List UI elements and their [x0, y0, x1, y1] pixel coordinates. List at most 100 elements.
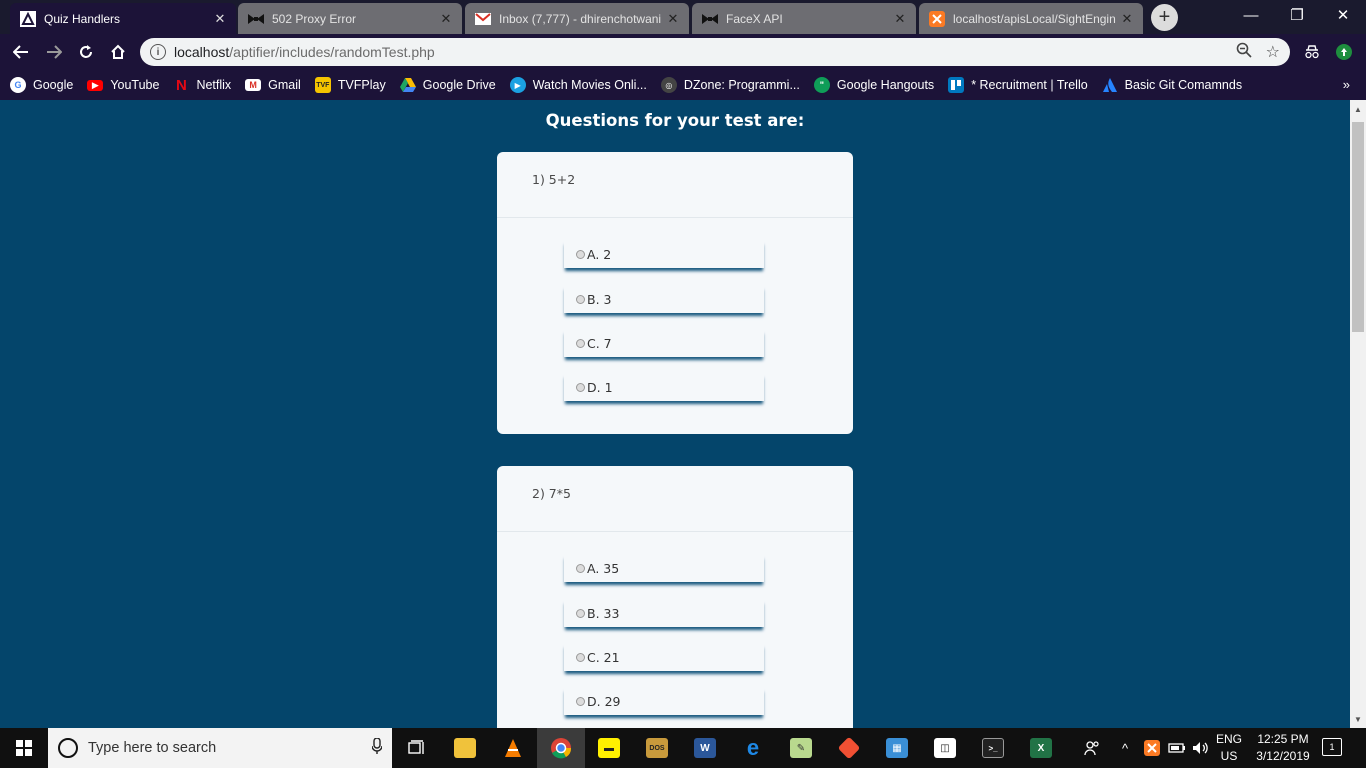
- answer-option[interactable]: C. 21: [564, 643, 764, 671]
- update-extension-icon[interactable]: [1334, 42, 1354, 62]
- clock-date: 3/12/2019: [1256, 749, 1310, 763]
- bookmark-basic-git-commands[interactable]: Basic Git Comamnds: [1102, 77, 1242, 93]
- tab-502-proxy-error[interactable]: 502 Proxy Error ✕: [238, 3, 462, 34]
- page-title: Questions for your test are:: [545, 111, 805, 130]
- bookmark-tvfplay[interactable]: TVF TVFPlay: [314, 77, 386, 93]
- scroll-down-arrow-icon[interactable]: ▼: [1350, 712, 1366, 726]
- close-tab-icon[interactable]: ✕: [438, 11, 454, 27]
- vlc-icon[interactable]: [489, 728, 537, 768]
- restore-button[interactable]: ❐: [1274, 0, 1320, 30]
- answer-option[interactable]: A. 35: [564, 554, 764, 582]
- volume-icon[interactable]: [1192, 728, 1210, 768]
- chrome-icon[interactable]: [537, 728, 585, 768]
- answer-option[interactable]: C. 7: [564, 329, 764, 357]
- close-tab-icon[interactable]: ✕: [212, 11, 228, 27]
- forward-button[interactable]: [41, 39, 67, 65]
- scroll-up-arrow-icon[interactable]: ▲: [1350, 102, 1366, 116]
- radio-button[interactable]: [576, 563, 585, 573]
- answer-label: B. 33: [587, 605, 620, 621]
- input-language-indicator[interactable]: ENG US: [1216, 731, 1242, 765]
- edge-icon[interactable]: e: [729, 728, 777, 768]
- atlassian-icon: [1102, 77, 1118, 93]
- answer-label: C. 7: [587, 335, 612, 351]
- radio-button[interactable]: [576, 652, 585, 662]
- bookmark-watch-movies[interactable]: ▶ Watch Movies Onli...: [509, 77, 647, 93]
- bookmark-youtube[interactable]: ▶ YouTube: [87, 78, 159, 92]
- bookmark-netflix[interactable]: N Netflix: [173, 77, 231, 94]
- page-scrollbar[interactable]: ▲ ▼: [1350, 100, 1366, 728]
- dosbox-icon[interactable]: DOS: [633, 728, 681, 768]
- reload-button[interactable]: [73, 39, 99, 65]
- radio-button[interactable]: [576, 338, 585, 348]
- zoom-icon[interactable]: [1236, 42, 1252, 63]
- microphone-icon[interactable]: [362, 737, 392, 758]
- bookmark-gmail[interactable]: M Gmail: [245, 78, 301, 92]
- cortana-icon[interactable]: [58, 738, 78, 758]
- answer-label: B. 3: [587, 291, 612, 307]
- radio-button[interactable]: [576, 696, 585, 706]
- notepad-plus-icon[interactable]: ✎: [777, 728, 825, 768]
- answer-option[interactable]: D. 29: [564, 687, 764, 715]
- battery-icon[interactable]: [1168, 728, 1186, 768]
- bookmark-star-icon[interactable]: ☆: [1266, 42, 1280, 63]
- answer-option[interactable]: B. 33: [564, 599, 764, 627]
- search-placeholder: Type here to search: [88, 740, 217, 756]
- bookmark-dzone[interactable]: ◎ DZone: Programmi...: [660, 77, 800, 93]
- radio-button[interactable]: [576, 294, 585, 304]
- hangouts-icon: ": [813, 77, 830, 93]
- radio-button[interactable]: [576, 608, 585, 618]
- bookmark-google-hangouts[interactable]: " Google Hangouts: [813, 77, 935, 93]
- tab-facex-api[interactable]: FaceX API ✕: [692, 3, 916, 34]
- address-bar[interactable]: i localhost/aptifier/includes/randomTest…: [140, 38, 1290, 66]
- close-window-button[interactable]: ✕: [1320, 0, 1366, 30]
- show-hidden-icons-chevron-icon[interactable]: ^: [1122, 728, 1128, 768]
- answer-option[interactable]: A. 2: [564, 240, 764, 268]
- start-button[interactable]: [0, 728, 48, 768]
- windows-taskbar: Type here to search ▬ DOS W e ✎ ▦ ◫ >_ X…: [0, 728, 1366, 768]
- bookmark-label: DZone: Programmi...: [683, 78, 800, 92]
- bookmark-label: * Recruitment | Trello: [971, 78, 1088, 92]
- bookmark-google-drive[interactable]: Google Drive: [399, 77, 496, 93]
- new-tab-button[interactable]: +: [1151, 4, 1178, 31]
- tab-title: FaceX API: [726, 11, 783, 26]
- incognito-extension-icon[interactable]: [1302, 42, 1322, 62]
- minimize-button[interactable]: —: [1228, 0, 1274, 30]
- file-explorer-icon[interactable]: [441, 728, 489, 768]
- gmail-icon: M: [245, 79, 262, 91]
- youtube-icon: ▶: [87, 79, 104, 91]
- control-panel-icon[interactable]: ▦: [873, 728, 921, 768]
- scrollbar-thumb[interactable]: [1352, 122, 1364, 332]
- site-info-icon[interactable]: i: [150, 44, 166, 60]
- tab-inbox-gmail[interactable]: Inbox (7,777) - dhirenchotwani ✕: [465, 3, 689, 34]
- home-button[interactable]: [105, 39, 131, 65]
- close-tab-icon[interactable]: ✕: [892, 11, 908, 27]
- dzone-icon: ◎: [660, 77, 677, 93]
- back-button[interactable]: [8, 39, 34, 65]
- radio-button[interactable]: [576, 249, 585, 259]
- bookmark-label: Google: [33, 78, 74, 92]
- word-icon[interactable]: W: [681, 728, 729, 768]
- git-icon[interactable]: [825, 728, 873, 768]
- clock[interactable]: 12:25 PM 3/12/2019: [1248, 731, 1318, 765]
- cmd-icon[interactable]: >_: [969, 728, 1017, 768]
- excel-icon[interactable]: X: [1017, 728, 1065, 768]
- radio-button[interactable]: [576, 382, 585, 392]
- answer-option[interactable]: D. 1: [564, 373, 764, 401]
- bookmark-label: Google Hangouts: [836, 78, 935, 92]
- sticky-notes-icon[interactable]: ▬: [585, 728, 633, 768]
- close-tab-icon[interactable]: ✕: [1119, 11, 1135, 27]
- taskbar-search-box[interactable]: Type here to search: [48, 728, 392, 768]
- tab-localhost-sightengine[interactable]: localhost/apisLocal/SightEngin ✕: [919, 3, 1143, 34]
- tab-quiz-handlers[interactable]: Quiz Handlers ✕: [10, 3, 236, 34]
- sandbox-icon[interactable]: ◫: [921, 728, 969, 768]
- more-bookmarks-chevron-icon[interactable]: »: [1343, 77, 1350, 92]
- answer-option[interactable]: B. 3: [564, 285, 764, 313]
- action-center-icon[interactable]: 1: [1322, 738, 1342, 756]
- xampp-tray-icon[interactable]: [1144, 728, 1160, 768]
- task-view-icon[interactable]: [393, 728, 441, 768]
- bookmark-trello[interactable]: * Recruitment | Trello: [948, 77, 1088, 93]
- bookmark-google[interactable]: G Google: [10, 77, 73, 93]
- people-icon[interactable]: [1084, 728, 1100, 768]
- tab-title: 502 Proxy Error: [272, 11, 357, 26]
- close-tab-icon[interactable]: ✕: [665, 11, 681, 27]
